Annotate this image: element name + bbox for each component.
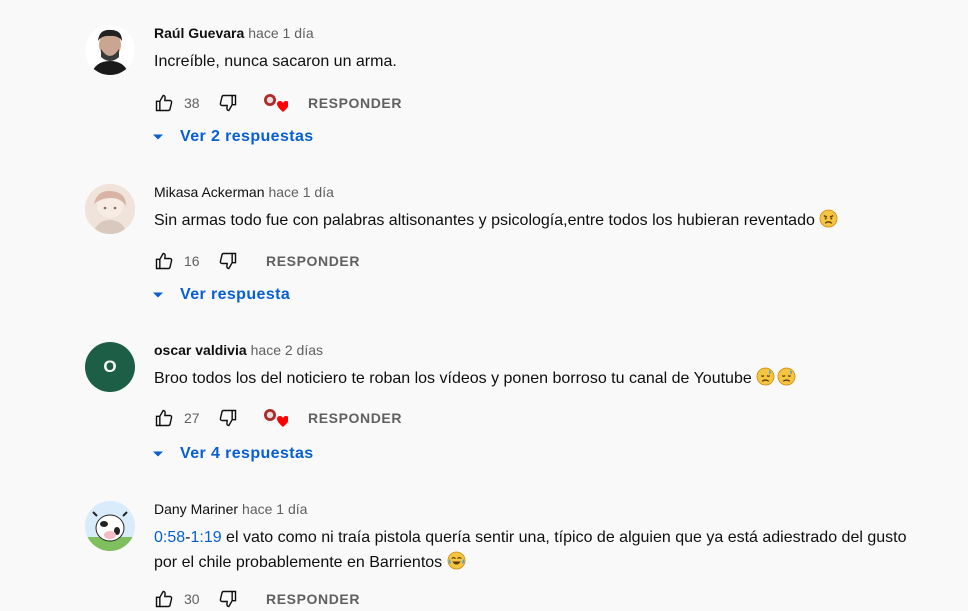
like-icon[interactable]: [154, 408, 174, 428]
comment-actions: 27 RESPONDER: [154, 406, 402, 430]
avatar[interactable]: [85, 501, 135, 551]
like-count: 16: [184, 253, 200, 269]
comment-actions: 38 RESPONDER: [154, 91, 402, 115]
comment-actions: 16 RESPONDER: [154, 249, 360, 273]
comment-author[interactable]: Mikasa Ackerman: [154, 184, 264, 200]
comment-author[interactable]: oscar valdivia: [154, 342, 247, 358]
dislike-icon[interactable]: [218, 93, 238, 113]
comment-text: Sin armas todo fue con palabras altisona…: [154, 212, 815, 229]
comment-text-wrapper: Broo todos los del noticiero te roban lo…: [154, 366, 934, 391]
like-icon[interactable]: [154, 589, 174, 609]
creator-heart-icon: [262, 406, 289, 430]
avatar-letter: O: [103, 357, 117, 376]
like-count: 38: [184, 95, 200, 111]
comment-text-wrapper: 0:58-1:19 el vato como ni traía pistola …: [154, 525, 934, 575]
like-count: 27: [184, 410, 200, 426]
view-replies-button[interactable]: Ver 4 respuestas: [152, 443, 314, 465]
like-icon[interactable]: [154, 93, 174, 113]
dislike-icon[interactable]: [218, 408, 238, 428]
comment-text: Broo todos los del noticiero te roban lo…: [154, 370, 752, 387]
view-replies-label: Ver 4 respuestas: [180, 445, 314, 462]
comment-time[interactable]: hace 2 días: [251, 342, 323, 358]
avatar-photo: [85, 25, 135, 75]
comment-author[interactable]: Raúl Guevara: [154, 25, 244, 41]
like-count: 30: [184, 591, 200, 607]
creator-heart-icon: [262, 91, 289, 115]
avatar[interactable]: O: [85, 342, 135, 392]
chevron-down-icon: [153, 292, 163, 298]
avatar[interactable]: [85, 184, 135, 234]
dislike-icon[interactable]: [218, 251, 238, 271]
reply-button[interactable]: RESPONDER: [308, 95, 402, 111]
chevron-down-icon: [153, 134, 163, 140]
view-replies-button[interactable]: Ver respuesta: [152, 284, 290, 306]
comment-author[interactable]: Dany Mariner: [154, 501, 238, 517]
view-replies-label: Ver 2 respuestas: [180, 128, 314, 145]
comment-time[interactable]: hace 1 día: [242, 501, 307, 517]
avatar-photo: [85, 501, 135, 551]
like-icon[interactable]: [154, 251, 174, 271]
chevron-down-icon: [153, 451, 163, 457]
comment-time[interactable]: hace 1 día: [248, 25, 313, 41]
timestamp-link[interactable]: 1:19: [190, 529, 221, 546]
avatar[interactable]: [85, 25, 135, 75]
sad-emoji-icon: [756, 367, 775, 386]
view-replies-label: Ver respuesta: [180, 286, 291, 303]
laughing-emoji-icon: [447, 551, 466, 570]
reply-button[interactable]: RESPONDER: [266, 591, 360, 607]
timestamp-link[interactable]: 0:58: [154, 529, 185, 546]
comment-actions: 30 RESPONDER: [154, 587, 360, 611]
dislike-icon[interactable]: [218, 589, 238, 609]
reply-button[interactable]: RESPONDER: [266, 253, 360, 269]
reply-button[interactable]: RESPONDER: [308, 410, 402, 426]
comment-text: Increíble, nunca sacaron un arma.: [154, 53, 397, 70]
comment-text: el vato como ni traía pistola quería sen…: [154, 529, 907, 571]
comment-text-wrapper: Sin armas todo fue con palabras altisona…: [154, 208, 934, 233]
comment-time[interactable]: hace 1 día: [268, 184, 333, 200]
angry-emoji-icon: [819, 209, 838, 228]
avatar-photo: [85, 184, 135, 234]
view-replies-button[interactable]: Ver 2 respuestas: [152, 126, 314, 148]
sad-emoji-icon: [777, 367, 796, 386]
